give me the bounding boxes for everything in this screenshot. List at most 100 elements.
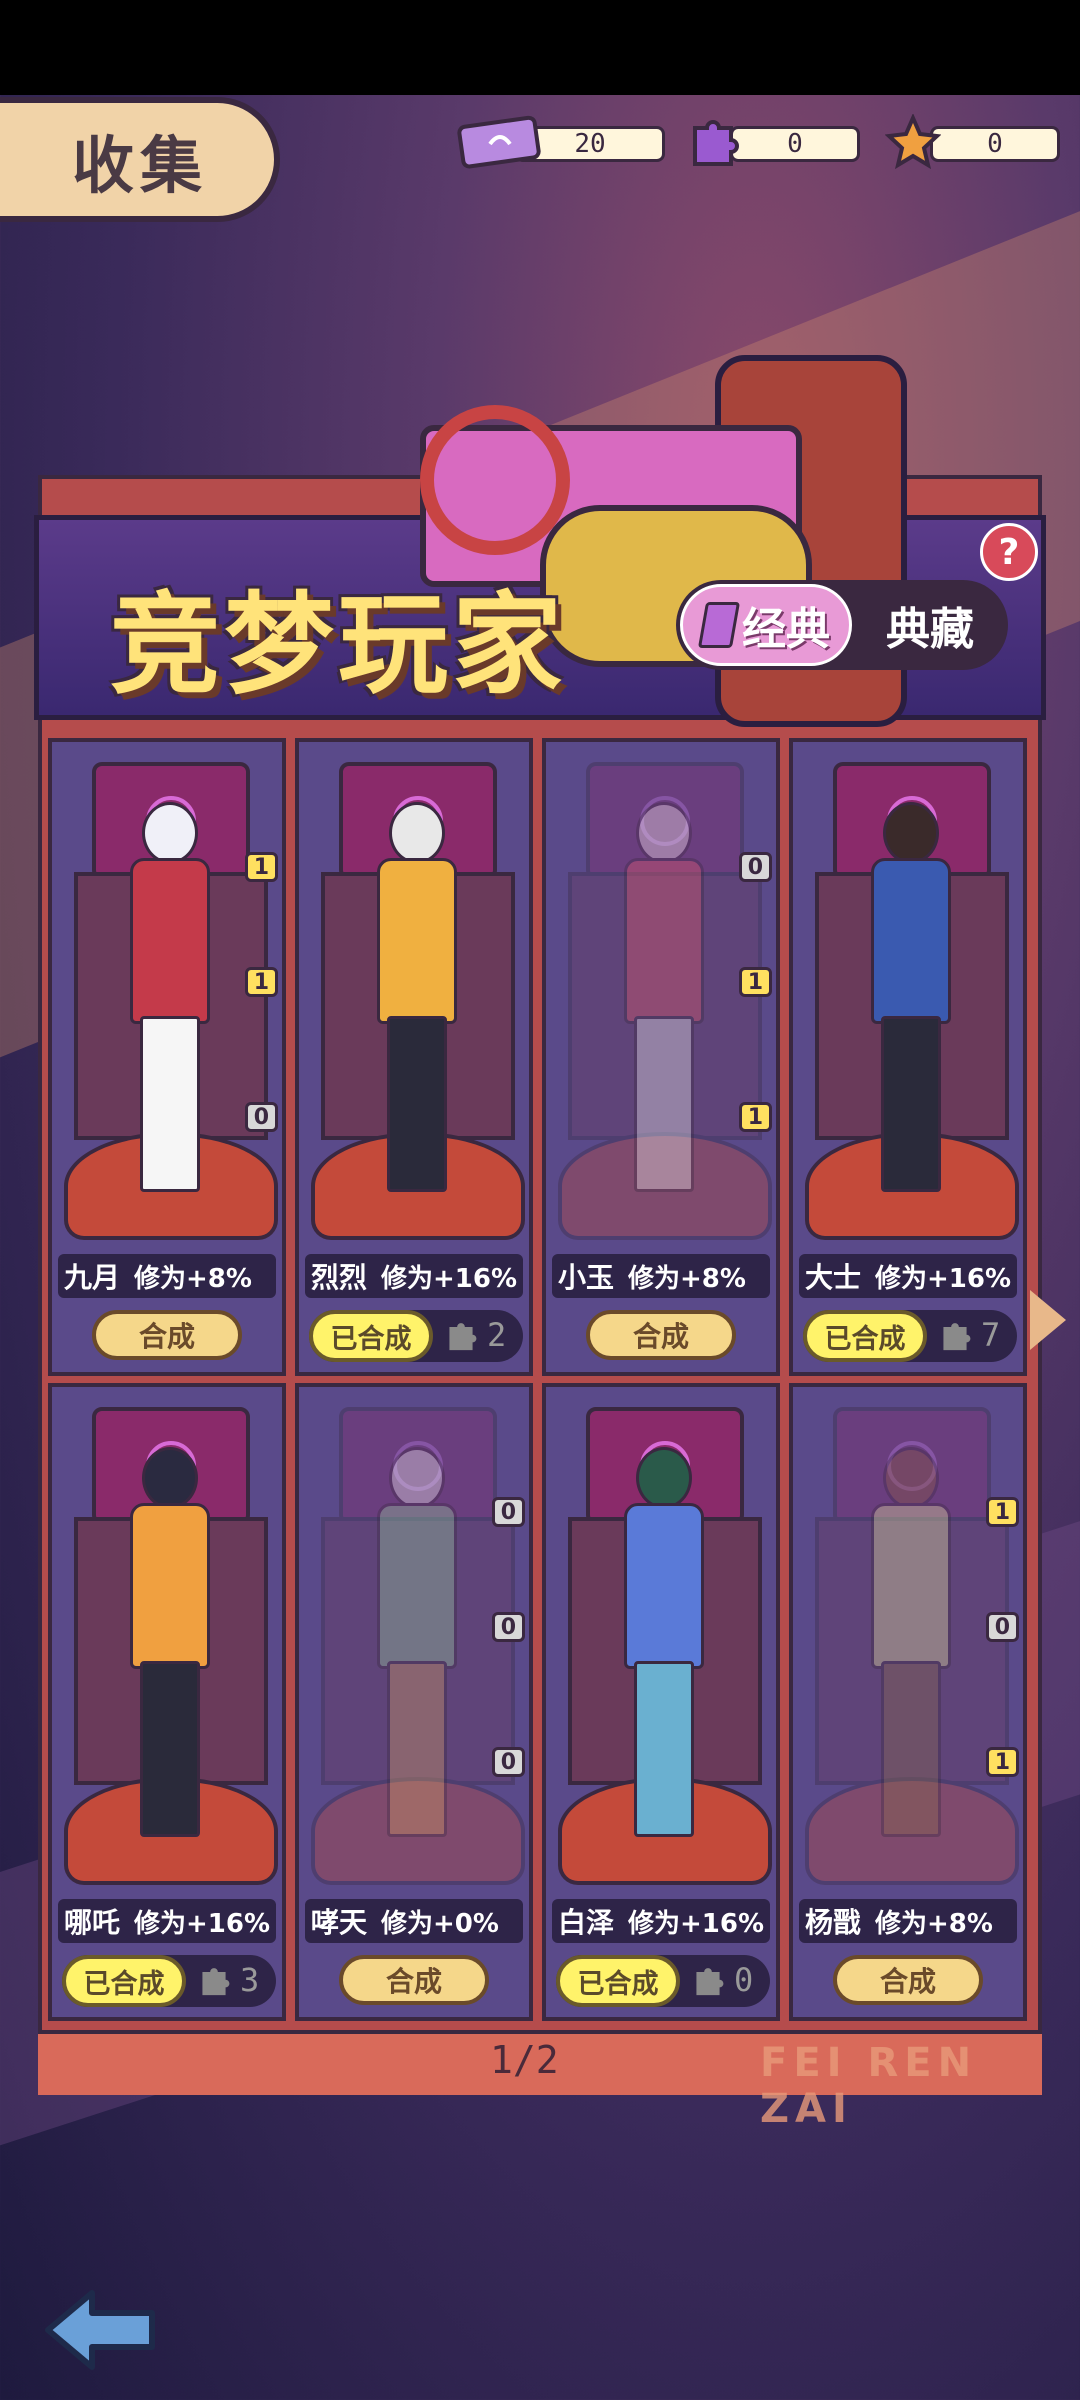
character-card[interactable]: 白泽 修为+16% 已合成 0: [542, 1383, 780, 2021]
character-body: [377, 858, 457, 1024]
synthesized-button[interactable]: 已合成: [62, 1955, 186, 2007]
tab-collection-label: 典藏: [886, 604, 974, 655]
collect-tab[interactable]: 收集: [0, 97, 280, 222]
synthesized-button[interactable]: 已合成: [309, 1310, 433, 1362]
character-legs: [634, 1016, 694, 1192]
character-bonus: 修为+16%: [875, 1263, 1012, 1294]
character-card[interactable]: 0 0 0 哮天 修为+0% 合成: [295, 1383, 533, 2021]
synthesized-button[interactable]: 已合成: [556, 1955, 680, 2007]
character-name: 哪吒: [64, 1906, 121, 1939]
character-legs: [140, 1016, 200, 1192]
piece-count-badge: 1: [244, 967, 278, 997]
synthesize-button[interactable]: 合成: [833, 1955, 983, 2005]
character-bonus: 修为+16%: [381, 1263, 518, 1294]
character-name: 杨戬: [805, 1906, 862, 1939]
character-head: [389, 802, 445, 864]
character-card[interactable]: 大士 修为+16% 已合成 7: [789, 738, 1027, 1376]
puzzle-piece-icon: [443, 1318, 479, 1361]
character-figure: [369, 1447, 459, 1847]
character-body: [624, 1503, 704, 1669]
character-card[interactable]: 哪吒 修为+16% 已合成 3: [48, 1383, 286, 2021]
character-body: [130, 1503, 210, 1669]
character-name-bar: 小玉 修为+8%: [552, 1254, 770, 1298]
tab-collection[interactable]: 典藏: [860, 584, 1000, 666]
character-name-bar: 白泽 修为+16%: [552, 1899, 770, 1943]
character-name-bar: 九月 修为+8%: [58, 1254, 276, 1298]
currency-puzzle-value: 0: [730, 126, 860, 162]
tab-classic[interactable]: 经典: [680, 584, 852, 666]
synthesized-row: 已合成 0: [556, 1955, 770, 2007]
character-bonus: 修为+8%: [628, 1263, 746, 1294]
piece-count-badge: 1: [985, 1747, 1019, 1777]
piece-count-badge: 0: [985, 1612, 1019, 1642]
character-head: [636, 1447, 692, 1509]
character-body: [624, 858, 704, 1024]
character-figure: [369, 802, 459, 1202]
character-figure: [616, 1447, 706, 1847]
piece-count-badge: 1: [244, 852, 278, 882]
status-bar: [0, 0, 1080, 95]
character-head: [636, 802, 692, 864]
synthesized-row: 已合成 7: [803, 1310, 1017, 1362]
character-head: [142, 802, 198, 864]
character-card[interactable]: 0 1 1 小玉 修为+8% 合成: [542, 738, 780, 1376]
character-body: [871, 858, 951, 1024]
headset-decoration: [420, 405, 570, 555]
character-bonus: 修为+16%: [628, 1908, 765, 1939]
star-icon: [884, 113, 942, 181]
synthesized-button[interactable]: 已合成: [803, 1310, 927, 1362]
character-body: [377, 1503, 457, 1669]
piece-count-badge: 1: [738, 1102, 772, 1132]
puzzle-piece-icon: [196, 1963, 232, 2006]
character-name-bar: 杨戬 修为+8%: [799, 1899, 1017, 1943]
character-figure: [122, 802, 212, 1202]
character-body: [130, 858, 210, 1024]
character-name: 九月: [64, 1261, 121, 1294]
character-card[interactable]: 烈烈 修为+16% 已合成 2: [295, 738, 533, 1376]
character-head: [389, 1447, 445, 1509]
character-bonus: 修为+8%: [875, 1908, 993, 1939]
puzzle-piece-icon: [937, 1318, 973, 1361]
character-head: [883, 802, 939, 864]
piece-count: 3: [240, 1961, 260, 1999]
character-legs: [634, 1661, 694, 1837]
puzzle-piece-icon: [690, 1963, 726, 2006]
next-page-arrow-icon[interactable]: [1030, 1290, 1066, 1350]
character-name: 烈烈: [311, 1261, 368, 1294]
panel-title: 竞梦玩家: [110, 581, 566, 709]
puzzle-icon: [685, 114, 741, 181]
character-legs: [881, 1661, 941, 1837]
book-icon: [697, 602, 741, 648]
character-figure: [863, 802, 953, 1202]
back-arrow-icon[interactable]: [40, 2285, 160, 2375]
character-bonus: 修为+0%: [381, 1908, 499, 1939]
character-card[interactable]: 1 0 1 杨戬 修为+8% 合成: [789, 1383, 1027, 2021]
character-card[interactable]: 1 1 0 九月 修为+8% 合成: [48, 738, 286, 1376]
character-bonus: 修为+8%: [134, 1263, 252, 1294]
character-name: 小玉: [558, 1261, 615, 1294]
currency-tickets: 20: [455, 115, 665, 169]
piece-count-badge: 0: [738, 852, 772, 882]
character-legs: [140, 1661, 200, 1837]
synthesize-button[interactable]: 合成: [92, 1310, 242, 1360]
ticket-icon: [455, 114, 545, 181]
character-name: 哮天: [311, 1906, 368, 1939]
synthesize-button[interactable]: 合成: [586, 1310, 736, 1360]
piece-count: 0: [734, 1961, 754, 1999]
piece-count-badge: 0: [491, 1612, 525, 1642]
piece-count: 7: [981, 1316, 1001, 1354]
character-legs: [387, 1661, 447, 1837]
character-name-bar: 烈烈 修为+16%: [305, 1254, 523, 1298]
help-icon[interactable]: ?: [980, 523, 1038, 581]
character-name-bar: 哮天 修为+0%: [305, 1899, 523, 1943]
synthesize-button[interactable]: 合成: [339, 1955, 489, 2005]
piece-count-badge: 0: [244, 1102, 278, 1132]
character-name-bar: 哪吒 修为+16%: [58, 1899, 276, 1943]
character-figure: [122, 1447, 212, 1847]
currency-star-value: 0: [930, 126, 1060, 162]
character-name: 白泽: [558, 1906, 615, 1939]
synthesized-row: 已合成 2: [309, 1310, 523, 1362]
page-indicator: 1/2: [490, 2038, 559, 2082]
watermark: FEI REN ZAI: [760, 2040, 978, 2132]
collect-label: 收集: [71, 128, 208, 202]
